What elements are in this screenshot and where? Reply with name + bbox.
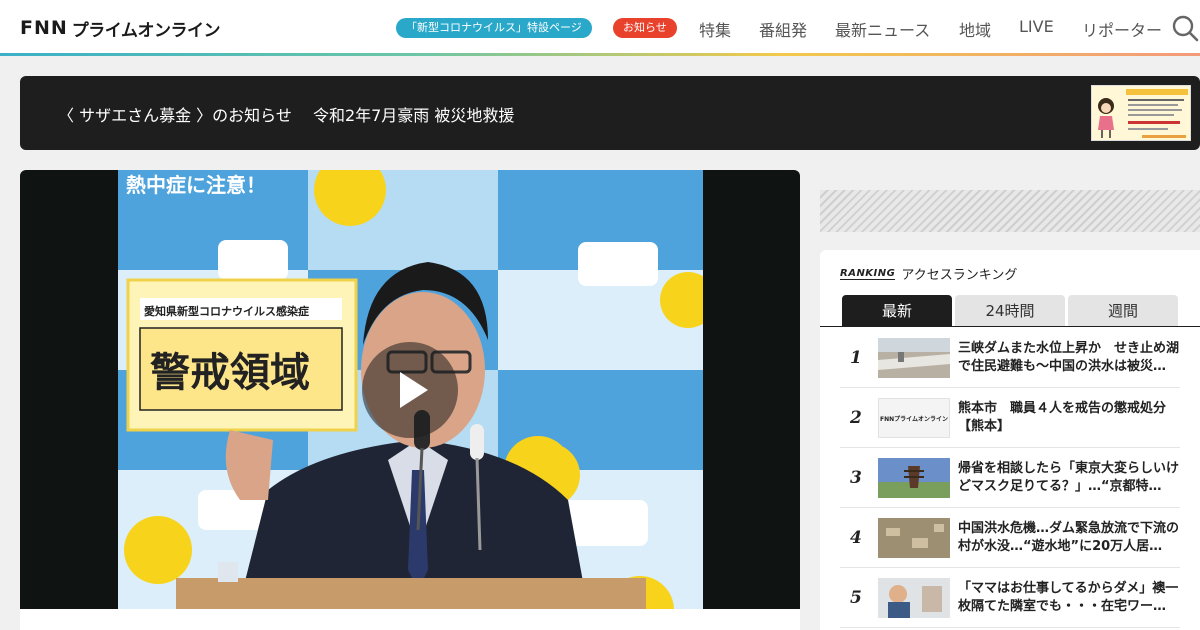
rank-title: 帰省を相談したら「東京大変らしいけどマスク足りてる？」…“京都特…	[958, 461, 1180, 494]
rank-thumbnail	[878, 338, 950, 378]
tab-24-hours[interactable]: 24時間	[955, 295, 1065, 327]
access-ranking: RANKING アクセスランキング 最新 24時間 週間 1 三峡ダムまた水位上…	[820, 250, 1200, 630]
banner-thumbnail	[1091, 85, 1191, 141]
nav-latest-news[interactable]: 最新ニュース	[835, 17, 930, 41]
rank-title: 熊本市 職員４人を戒告の懲戒処分【熊本】	[958, 401, 1167, 434]
nav-live[interactable]: LIVE	[1019, 17, 1054, 36]
header-gradient-rule	[0, 53, 1200, 56]
ranking-tabs: 最新 24時間 週間	[842, 295, 1181, 327]
rank-title: 「ママはお仕事してるからダメ」襖一枚隔てた隣室でも・・・在宅ワー…	[958, 581, 1179, 614]
rank-number: 4	[850, 528, 862, 548]
ranking-item[interactable]: 4 中国洪水危機…ダム緊急放流で下流の村が水没…“遊水地”に20万人居…	[840, 508, 1180, 568]
nav-programs[interactable]: 番組発	[759, 17, 807, 41]
rank-title: 中国洪水危機…ダム緊急放流で下流の村が水没…“遊水地”に20万人居…	[958, 521, 1180, 554]
logo-mark: FNN	[20, 17, 68, 39]
tabs-divider	[820, 326, 1200, 327]
rank-number: 3	[850, 468, 862, 488]
corona-special-link[interactable]: 「新型コロナウイルス」特設ページ	[396, 18, 592, 38]
ranking-label-jp: アクセスランキング	[901, 268, 1018, 283]
logo-text: プライムオンライン	[71, 20, 221, 41]
ranking-item[interactable]: 5 「ママはお仕事してるからダメ」襖一枚隔てた隣室でも・・・在宅ワー…	[840, 568, 1180, 628]
play-icon[interactable]	[362, 342, 458, 438]
tab-latest[interactable]: 最新	[842, 295, 952, 327]
ranking-item[interactable]: 2 FNNプライムオンライン 熊本市 職員４人を戒告の懲戒処分【熊本】	[840, 388, 1180, 448]
tab-weekly[interactable]: 週間	[1068, 295, 1178, 327]
article-body-start	[20, 609, 800, 630]
sign-heading: 愛知県新型コロナウイルス感染症	[144, 304, 309, 318]
nav-region[interactable]: 地域	[959, 17, 991, 41]
ranking-item[interactable]: 3 帰省を相談したら「東京大変らしいけどマスク足りてる？」…“京都特…	[840, 448, 1180, 508]
thumb-logo-text: FNNプライムオンライン	[879, 415, 949, 423]
sazae-fund-banner[interactable]: 〈 サザエさん募金 〉のお知らせ 令和2年7月豪雨 被災地救援	[20, 76, 1200, 150]
ranking-heading: RANKING アクセスランキング	[840, 264, 1017, 283]
site-logo[interactable]: FNN プライムオンライン	[20, 16, 221, 41]
rank-title: 三峡ダムまた水位上昇か せき止め湖で住民避難も～中国の洪水は被災…	[958, 341, 1180, 374]
rank-number: 2	[850, 408, 862, 428]
banner-text: 〈 サザエさん募金 〉のお知らせ 令和2年7月豪雨 被災地救援	[58, 106, 515, 125]
rank-number: 1	[850, 348, 862, 368]
notice-link[interactable]: お知らせ	[613, 18, 677, 38]
ad-placeholder	[820, 190, 1200, 232]
nav-feature[interactable]: 特集	[699, 17, 731, 41]
sign-main-text: 警戒領域	[150, 349, 310, 396]
rank-thumbnail	[878, 518, 950, 558]
search-icon[interactable]	[1171, 14, 1199, 42]
site-header: FNN プライムオンライン 「新型コロナウイルス」特設ページ お知らせ 特集 番…	[0, 0, 1200, 56]
rank-thumbnail	[878, 578, 950, 618]
poster-caption: 熱中症に注意！	[126, 173, 266, 197]
rank-thumbnail	[878, 458, 950, 498]
nav-reporter[interactable]: リポーター	[1082, 17, 1162, 41]
video-player[interactable]: 熱中症に注意！ 愛知県新型コロナウイルス感染症 警戒領域	[20, 170, 800, 609]
rank-number: 5	[850, 588, 862, 608]
ranking-item[interactable]: 1 三峡ダムまた水位上昇か せき止め湖で住民避難も～中国の洪水は被災…	[840, 328, 1180, 388]
ranking-label-en: RANKING	[840, 267, 896, 280]
rank-thumbnail: FNNプライムオンライン	[878, 398, 950, 438]
